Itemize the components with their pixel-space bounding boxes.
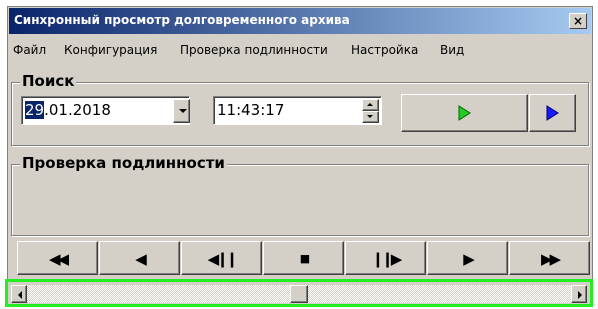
frame-forward-button[interactable]: ❙❙▶ xyxy=(345,241,426,275)
menu-file[interactable]: Файл xyxy=(13,43,46,57)
scroll-left-button[interactable] xyxy=(11,285,27,303)
date-value: 29.01.2018 xyxy=(25,101,111,119)
time-value: 11:43:17 xyxy=(217,101,285,119)
arrow-right-icon xyxy=(578,291,582,299)
fast-rewind-button[interactable]: ◀◀ xyxy=(17,241,98,275)
verify-group: Проверка подлинности xyxy=(11,154,589,236)
chevron-down-icon xyxy=(179,109,187,113)
close-button[interactable]: × xyxy=(569,13,587,29)
verify-group-label: Проверка подлинности xyxy=(20,154,227,172)
stop-icon: ■ xyxy=(299,252,310,265)
fast-forward-icon: ▶▶ xyxy=(540,250,561,268)
window-title: Синхронный просмотр долговременного архи… xyxy=(14,13,350,27)
stop-button[interactable]: ■ xyxy=(263,241,344,275)
search-play-blue-button[interactable] xyxy=(529,94,576,132)
time-spin-down[interactable] xyxy=(362,111,379,123)
step-back-icon: ◀ xyxy=(135,250,147,268)
title-bar[interactable]: Синхронный просмотр долговременного архи… xyxy=(9,8,591,34)
frame-back-icon: ◀❙❙ xyxy=(207,250,239,268)
play-green-icon xyxy=(458,105,471,121)
menu-configuration[interactable]: Конфигурация xyxy=(64,43,157,57)
menu-bar: Файл Конфигурация Проверка подлинности Н… xyxy=(9,40,591,60)
step-back-button[interactable]: ◀ xyxy=(99,241,180,275)
fast-rewind-icon: ◀◀ xyxy=(48,250,69,268)
date-selected-part: 29 xyxy=(25,101,45,119)
arrow-up-icon xyxy=(367,103,373,106)
timeline-scrollbar-frame xyxy=(5,279,593,307)
arrow-down-icon xyxy=(367,115,373,118)
play-blue-icon xyxy=(546,105,559,121)
step-forward-icon: ▶ xyxy=(463,250,475,268)
date-rest: .01.2018 xyxy=(44,101,111,119)
date-dropdown-button[interactable] xyxy=(173,99,190,123)
menu-settings[interactable]: Настройка xyxy=(351,43,418,57)
menu-authenticity-check[interactable]: Проверка подлинности xyxy=(180,43,328,57)
time-field[interactable]: 11:43:17 xyxy=(213,96,382,125)
time-spin-up[interactable] xyxy=(362,99,379,111)
menu-view[interactable]: Вид xyxy=(440,43,464,57)
fast-forward-button[interactable]: ▶▶ xyxy=(509,241,590,275)
arrow-left-icon xyxy=(18,291,22,299)
search-group-label: Поиск xyxy=(20,72,77,90)
step-forward-button[interactable]: ▶ xyxy=(427,241,508,275)
timeline-scroll-track[interactable] xyxy=(11,285,587,303)
scroll-right-button[interactable] xyxy=(571,285,587,303)
frame-forward-icon: ❙❙▶ xyxy=(371,250,403,268)
frame-back-button[interactable]: ◀❙❙ xyxy=(181,241,262,275)
date-field[interactable]: 29.01.2018 xyxy=(21,96,190,125)
search-play-button[interactable] xyxy=(401,94,528,132)
timeline-scroll-thumb[interactable] xyxy=(290,285,308,303)
